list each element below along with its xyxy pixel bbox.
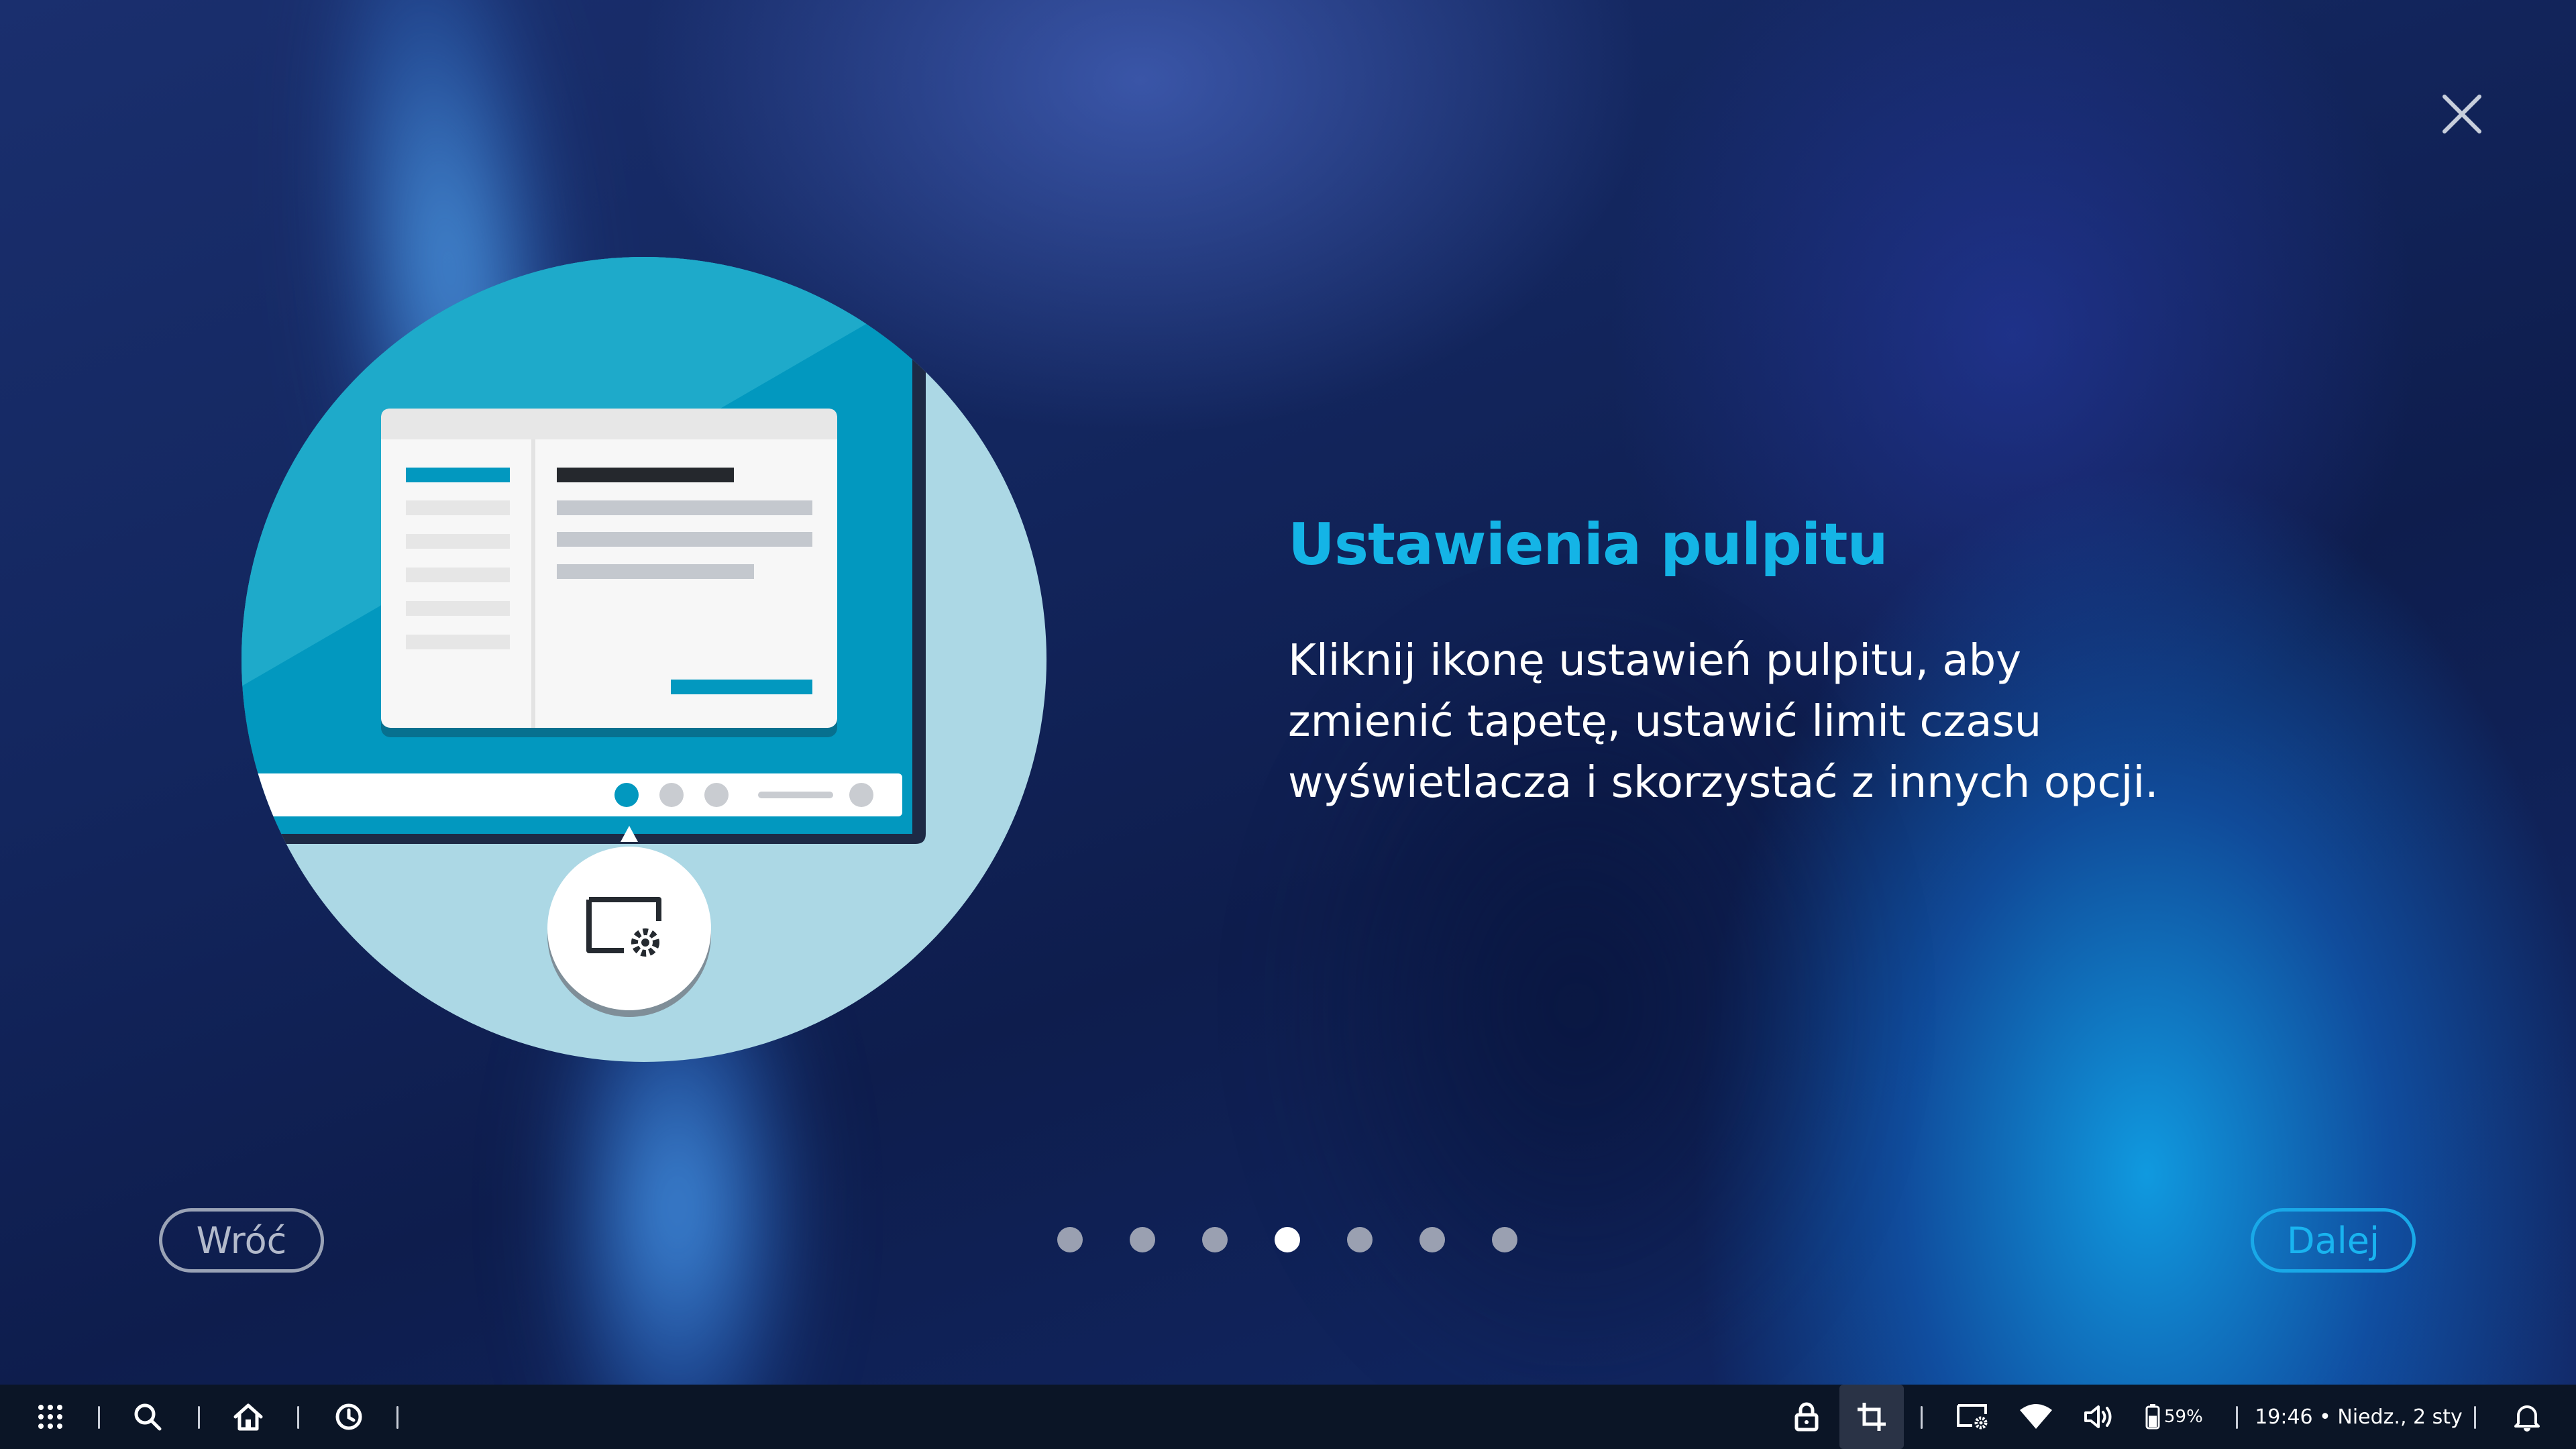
page-dot-4[interactable]	[1275, 1227, 1300, 1252]
battery-icon	[2145, 1404, 2160, 1430]
recent-button[interactable]	[329, 1397, 369, 1437]
page-dot-2[interactable]	[1130, 1227, 1155, 1252]
page-dot-1[interactable]	[1057, 1227, 1083, 1252]
next-button[interactable]: Dalej	[2251, 1208, 2416, 1273]
wifi-icon	[2020, 1404, 2052, 1429]
wifi-button[interactable]	[2016, 1397, 2056, 1437]
back-button[interactable]: Wróć	[159, 1208, 324, 1273]
page-dot-6[interactable]	[1419, 1227, 1445, 1252]
page-dot-5[interactable]	[1347, 1227, 1373, 1252]
page-dot-7[interactable]	[1492, 1227, 1517, 1252]
slide-description: Kliknij ikonę ustawień pulpitu, aby zmie…	[1288, 636, 2159, 808]
taskbar-separator	[2474, 1406, 2476, 1429]
taskbar-separator	[198, 1406, 200, 1429]
screenshot-button[interactable]	[1851, 1397, 1892, 1437]
taskbar-separator	[2236, 1406, 2238, 1429]
apps-grid-button[interactable]	[30, 1397, 70, 1437]
page-dot-3[interactable]	[1202, 1227, 1228, 1252]
search-button[interactable]	[127, 1397, 168, 1437]
taskbar-separator	[396, 1406, 398, 1429]
home-icon	[233, 1403, 263, 1431]
pagination	[1057, 1227, 1517, 1252]
desktop-settings-icon	[586, 897, 661, 957]
clock-history-icon	[335, 1403, 362, 1430]
lock-button[interactable]	[1789, 1397, 1824, 1437]
home-button[interactable]	[228, 1397, 268, 1437]
taskbar-separator	[98, 1406, 100, 1429]
clock-date[interactable]: 19:46 • Niedz., 2 sty	[2255, 1397, 2463, 1437]
battery-percent: 59%	[2164, 1407, 2203, 1427]
taskbar-separator	[1921, 1406, 1923, 1429]
battery-status[interactable]: 59%	[2145, 1397, 2212, 1437]
search-icon	[134, 1403, 162, 1431]
clock-text: 19:46 • Niedz., 2 sty	[2255, 1405, 2463, 1429]
notifications-button[interactable]	[2507, 1397, 2547, 1437]
close-icon	[2443, 95, 2481, 133]
volume-icon	[2084, 1405, 2112, 1428]
illustration	[241, 257, 1046, 1062]
apps-grid-icon	[38, 1405, 62, 1429]
taskbar: 59% 19:46 • Niedz., 2 sty	[0, 1385, 2576, 1449]
taskbar-separator	[297, 1406, 299, 1429]
bell-icon	[2514, 1405, 2540, 1432]
lock-icon	[1794, 1402, 1819, 1432]
desktop-settings-button[interactable]	[1952, 1397, 1992, 1437]
screenshot-crop-icon	[1858, 1403, 1886, 1431]
volume-button[interactable]	[2080, 1397, 2120, 1437]
slide-title: Ustawienia pulpitu	[1288, 511, 1888, 578]
close-button[interactable]	[2435, 87, 2489, 141]
desktop-settings-icon	[1957, 1404, 1988, 1430]
